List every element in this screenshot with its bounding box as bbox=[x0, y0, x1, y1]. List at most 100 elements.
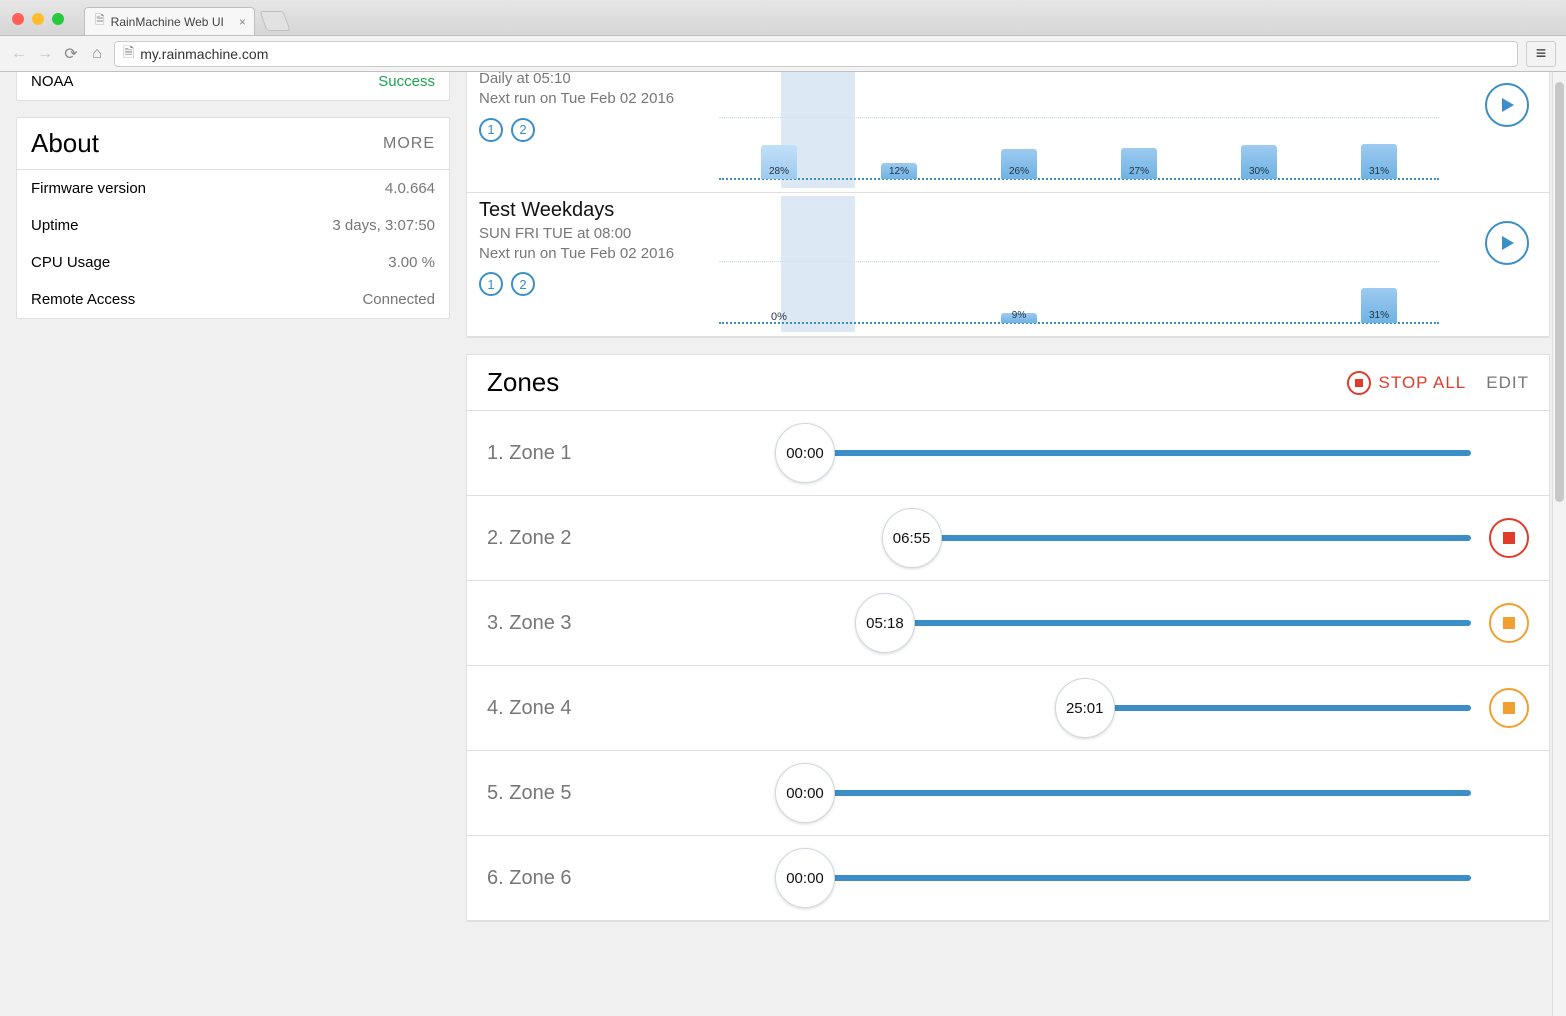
close-tab-icon[interactable]: × bbox=[239, 15, 246, 29]
chart-bar-label: 26% bbox=[1001, 166, 1037, 177]
zone-action-placeholder bbox=[1489, 433, 1529, 473]
zone-slider-knob[interactable]: 06:55 bbox=[882, 508, 942, 568]
reload-icon[interactable]: ⟳ bbox=[62, 44, 80, 64]
program-row[interactable]: Daily at 05:10 Next run on Tue Feb 02 20… bbox=[467, 72, 1549, 193]
zone-label: 6. Zone 6 bbox=[487, 867, 787, 890]
chart-bar-label: 31% bbox=[1361, 310, 1397, 321]
url-bar[interactable]: 🗎 my.rainmachine.com bbox=[114, 41, 1518, 67]
chart-bar: 28% bbox=[757, 145, 801, 179]
program-zone-badge[interactable]: 1 bbox=[479, 272, 503, 296]
hamburger-menu-icon[interactable]: ≡ bbox=[1526, 41, 1556, 67]
zone-slider[interactable]: 06:55 bbox=[805, 516, 1471, 560]
zone-row[interactable]: 6. Zone 6 00:00 bbox=[467, 836, 1549, 921]
home-icon[interactable]: ⌂ bbox=[88, 45, 106, 63]
browser-tab-strip: 🗎 RainMachine Web UI × bbox=[0, 0, 1566, 36]
tab-title: RainMachine Web UI bbox=[111, 15, 224, 29]
zones-card: Zones STOP ALL EDIT 1. Zone 1 00:00 2. Z… bbox=[466, 354, 1550, 922]
zone-slider[interactable]: 00:00 bbox=[805, 431, 1471, 475]
chart-bar-label: 31% bbox=[1361, 166, 1397, 177]
stop-all-label: STOP ALL bbox=[1379, 373, 1467, 393]
window-close-icon[interactable] bbox=[12, 13, 24, 25]
chart-bar-label: 28% bbox=[761, 166, 797, 177]
zone-action-placeholder bbox=[1489, 858, 1529, 898]
zones-edit-button[interactable]: EDIT bbox=[1486, 373, 1529, 393]
zone-label: 5. Zone 5 bbox=[487, 782, 787, 805]
about-more-button[interactable]: MORE bbox=[383, 135, 435, 153]
chart-bar-label: 12% bbox=[881, 166, 917, 177]
chart-bar-label: 30% bbox=[1241, 166, 1277, 177]
program-chart: 28% 12% 26% bbox=[719, 82, 1439, 182]
zone-pause-button[interactable] bbox=[1489, 603, 1529, 643]
zone-slider-knob[interactable]: 00:00 bbox=[775, 763, 835, 823]
zone-label: 2. Zone 2 bbox=[487, 527, 787, 550]
about-value: 3 days, 3:07:50 bbox=[332, 217, 435, 234]
chart-bar: 0% bbox=[757, 311, 801, 323]
about-label: Remote Access bbox=[31, 291, 135, 308]
scrollbar-thumb[interactable] bbox=[1555, 82, 1564, 502]
about-label: Uptime bbox=[31, 217, 79, 234]
zone-slider[interactable]: 00:00 bbox=[805, 856, 1471, 900]
program-chart: 0% 9% 31% bbox=[719, 216, 1439, 326]
about-title: About bbox=[31, 128, 99, 159]
about-row: Remote Access Connected bbox=[17, 281, 449, 318]
nav-forward-icon[interactable]: → bbox=[36, 45, 54, 63]
chart-bar-label: 9% bbox=[1001, 310, 1037, 321]
weather-service-status: Success bbox=[378, 73, 435, 90]
weather-services-card: NOAA Success bbox=[16, 72, 450, 101]
zone-slider[interactable]: 25:01 bbox=[805, 686, 1471, 730]
about-card: About MORE Firmware version 4.0.664Uptim… bbox=[16, 117, 450, 319]
program-row[interactable]: Test Weekdays SUN FRI TUE at 08:00 Next … bbox=[467, 193, 1549, 338]
zone-row[interactable]: 4. Zone 4 25:01 bbox=[467, 666, 1549, 751]
chart-bar: 30% bbox=[1237, 145, 1281, 179]
zone-pause-button[interactable] bbox=[1489, 688, 1529, 728]
about-label: Firmware version bbox=[31, 180, 146, 197]
new-tab-button[interactable] bbox=[259, 11, 290, 31]
zone-row[interactable]: 1. Zone 1 00:00 bbox=[467, 411, 1549, 496]
zone-label: 3. Zone 3 bbox=[487, 612, 787, 635]
program-zone-badge[interactable]: 2 bbox=[511, 272, 535, 296]
zone-slider[interactable]: 00:00 bbox=[805, 771, 1471, 815]
zone-label: 1. Zone 1 bbox=[487, 442, 787, 465]
program-zone-badge[interactable]: 2 bbox=[511, 118, 535, 142]
zone-slider-knob[interactable]: 25:01 bbox=[1055, 678, 1115, 738]
program-play-button[interactable] bbox=[1485, 83, 1529, 127]
about-row: CPU Usage 3.00 % bbox=[17, 244, 449, 281]
about-value: 4.0.664 bbox=[385, 180, 435, 197]
window-minimize-icon[interactable] bbox=[32, 13, 44, 25]
chart-bar: 31% bbox=[1357, 144, 1401, 179]
page-icon: 🗎 bbox=[123, 42, 134, 66]
about-row: Firmware version 4.0.664 bbox=[17, 170, 449, 207]
zone-slider-knob[interactable]: 00:00 bbox=[775, 423, 835, 483]
page-icon: 🗎 bbox=[95, 11, 105, 32]
about-value: 3.00 % bbox=[388, 254, 435, 271]
stop-icon bbox=[1347, 371, 1371, 395]
zone-slider-knob[interactable]: 00:00 bbox=[775, 848, 835, 908]
chart-bar: 27% bbox=[1117, 148, 1161, 179]
weather-service-row[interactable]: NOAA Success bbox=[17, 72, 449, 100]
zone-slider-knob[interactable]: 05:18 bbox=[855, 593, 915, 653]
about-row: Uptime 3 days, 3:07:50 bbox=[17, 207, 449, 244]
zone-stop-button[interactable] bbox=[1489, 518, 1529, 558]
zone-row[interactable]: 5. Zone 5 00:00 bbox=[467, 751, 1549, 836]
vertical-scrollbar[interactable] bbox=[1552, 72, 1566, 1016]
program-play-button[interactable] bbox=[1485, 221, 1529, 265]
chart-bar: 9% bbox=[997, 313, 1041, 323]
zone-action-placeholder bbox=[1489, 773, 1529, 813]
about-value: Connected bbox=[362, 291, 435, 308]
chart-bar-label: 27% bbox=[1121, 166, 1157, 177]
browser-tab[interactable]: 🗎 RainMachine Web UI × bbox=[84, 7, 255, 35]
zone-label: 4. Zone 4 bbox=[487, 697, 787, 720]
nav-back-icon[interactable]: ← bbox=[10, 45, 28, 63]
zone-row[interactable]: 3. Zone 3 05:18 bbox=[467, 581, 1549, 666]
stop-all-button[interactable]: STOP ALL bbox=[1347, 371, 1467, 395]
chart-bar: 31% bbox=[1357, 288, 1401, 323]
browser-toolbar: ← → ⟳ ⌂ 🗎 my.rainmachine.com ≡ bbox=[0, 36, 1566, 72]
chart-bar: 12% bbox=[877, 163, 921, 179]
zone-row[interactable]: 2. Zone 2 06:55 bbox=[467, 496, 1549, 581]
program-zone-badge[interactable]: 1 bbox=[479, 118, 503, 142]
zone-slider[interactable]: 05:18 bbox=[805, 601, 1471, 645]
about-label: CPU Usage bbox=[31, 254, 110, 271]
zones-title: Zones bbox=[487, 367, 1327, 398]
url-text: my.rainmachine.com bbox=[140, 46, 268, 62]
window-zoom-icon[interactable] bbox=[52, 13, 64, 25]
